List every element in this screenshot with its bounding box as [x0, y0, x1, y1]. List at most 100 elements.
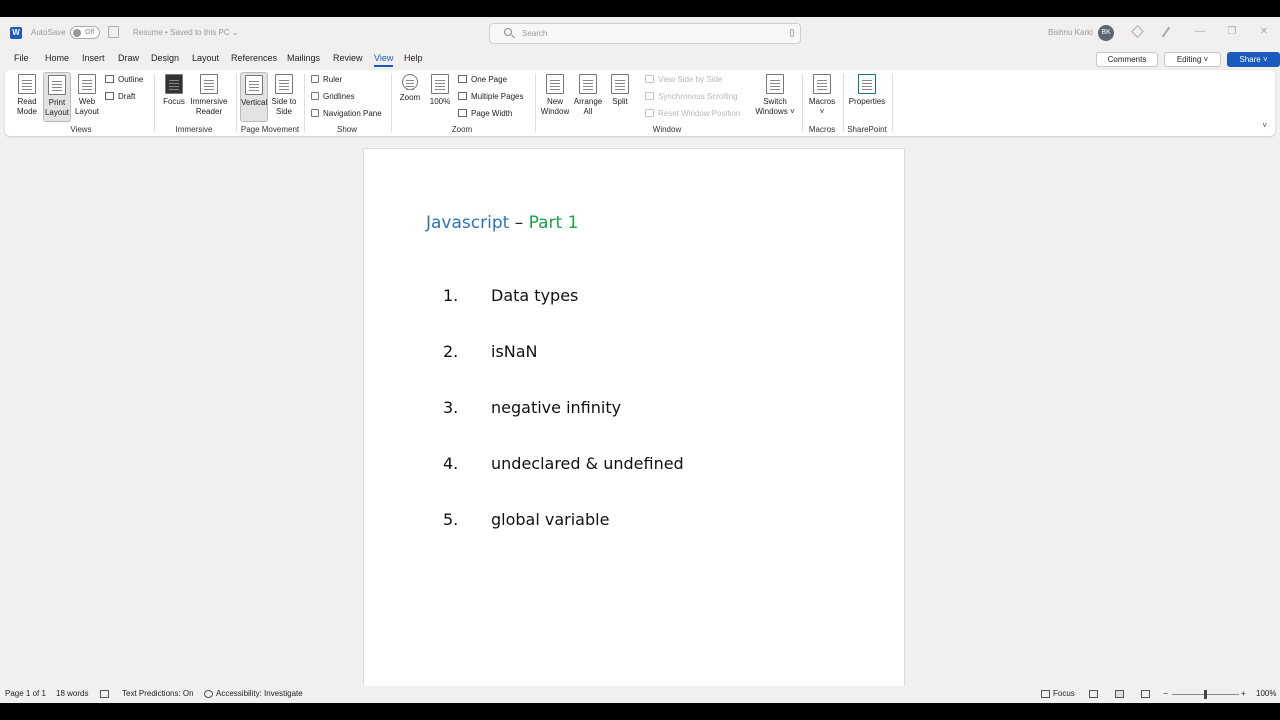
- heading-javascript: Javascript: [426, 213, 510, 233]
- window-group-label: Window: [652, 125, 682, 134]
- side-by-side-icon: [645, 75, 654, 83]
- autosave-toggle[interactable]: Off: [70, 26, 100, 39]
- page-width-button[interactable]: Page Width: [458, 109, 512, 118]
- tab-file[interactable]: File: [14, 53, 29, 63]
- premium-diamond-icon[interactable]: [1131, 25, 1144, 38]
- side-to-side-button[interactable]: Side to Side: [269, 74, 299, 117]
- separator: [535, 74, 536, 132]
- tab-insert[interactable]: Insert: [82, 53, 105, 63]
- autosave-label: AutoSave: [31, 28, 66, 37]
- multiple-pages-button[interactable]: Multiple Pages: [458, 92, 523, 101]
- navigation-pane-check-icon: [311, 109, 319, 117]
- draft-icon: [105, 92, 114, 100]
- ruler-label: Ruler: [323, 75, 343, 84]
- document-page[interactable]: Javascript – Part 1 1. Data types 2. isN…: [363, 148, 905, 703]
- pen-icon[interactable]: [1161, 26, 1171, 38]
- print-layout-label: Print Layout: [44, 98, 70, 117]
- status-bar: Page 1 of 1 18 words Text Predictions: O…: [0, 686, 1280, 703]
- close-button[interactable]: ✕: [1254, 23, 1274, 41]
- microphone-icon[interactable]: [790, 29, 794, 37]
- one-page-button[interactable]: One Page: [458, 75, 507, 84]
- proofing-book-icon[interactable]: [100, 690, 109, 698]
- tab-mailings[interactable]: Mailings: [287, 53, 320, 63]
- tab-view[interactable]: View: [374, 53, 394, 67]
- search-placeholder: Search: [522, 29, 548, 38]
- tab-draw[interactable]: Draw: [118, 53, 139, 63]
- vertical-pages-icon: [245, 75, 263, 95]
- document-title[interactable]: Resume • Saved to this PC ⌄: [133, 28, 239, 37]
- word-window: W AutoSave Off Resume • Saved to this PC…: [0, 17, 1280, 703]
- side-to-side-icon: [275, 74, 293, 94]
- print-layout-view-icon[interactable]: [1115, 690, 1124, 698]
- multiple-pages-icon: [458, 92, 467, 100]
- focus-button[interactable]: Focus: [160, 74, 188, 107]
- views-group-label: Views: [70, 125, 92, 134]
- search-input[interactable]: Search: [489, 23, 801, 44]
- immersive-reader-button[interactable]: Immersive Reader: [189, 74, 229, 117]
- web-layout-view-icon[interactable]: [1141, 690, 1150, 698]
- macros-button[interactable]: Macros ˅: [806, 74, 838, 117]
- comments-button[interactable]: Comments: [1096, 52, 1158, 67]
- reset-window-position-button[interactable]: Reset Window Position: [645, 109, 740, 118]
- reset-window-position-label: Reset Window Position: [658, 109, 741, 118]
- read-mode-button[interactable]: Read Mode: [12, 74, 42, 117]
- switch-windows-button[interactable]: Switch Windows ˅: [753, 74, 797, 117]
- save-icon[interactable]: [108, 26, 119, 38]
- macros-icon: [813, 74, 831, 94]
- tab-layout[interactable]: Layout: [192, 53, 219, 63]
- zoom-button[interactable]: Zoom: [396, 74, 424, 103]
- outline-label: Outline: [118, 75, 144, 84]
- gridlines-checkbox[interactable]: Gridlines: [311, 92, 355, 101]
- tab-help[interactable]: Help: [404, 53, 423, 63]
- switch-windows-icon: [766, 74, 784, 94]
- zoom-level[interactable]: 100%: [1256, 689, 1276, 698]
- synchronous-scrolling-button[interactable]: Synchronous Scrolling: [645, 92, 738, 101]
- collapse-ribbon-button[interactable]: ˅: [1262, 121, 1267, 130]
- outline-icon: [105, 75, 114, 83]
- focus-mode-icon: [1041, 690, 1050, 698]
- new-window-button[interactable]: New Window: [538, 74, 572, 117]
- avatar[interactable]: BK: [1098, 25, 1114, 41]
- focus-mode-button[interactable]: Focus: [1053, 689, 1075, 698]
- split-button[interactable]: Split: [606, 74, 634, 107]
- page-icon: [48, 75, 66, 95]
- ruler-checkbox[interactable]: Ruler: [311, 75, 342, 84]
- accessibility-status[interactable]: Accessibility: Investigate: [216, 689, 303, 698]
- page-count[interactable]: Page 1 of 1: [5, 689, 46, 698]
- side-to-side-label: Side to Side: [271, 97, 297, 116]
- navigation-pane-checkbox[interactable]: Navigation Pane: [311, 109, 382, 118]
- zoom-slider-thumb[interactable]: [1204, 690, 1207, 699]
- tab-home[interactable]: Home: [45, 53, 69, 63]
- zoom-out-button[interactable]: −: [1163, 689, 1168, 698]
- draft-button[interactable]: Draft: [105, 92, 135, 101]
- list-item-number: 3.: [443, 398, 459, 417]
- synchronous-scrolling-label: Synchronous Scrolling: [658, 92, 738, 101]
- tab-references[interactable]: References: [231, 53, 277, 63]
- web-layout-button[interactable]: Web Layout: [72, 74, 102, 117]
- text-predictions-status[interactable]: Text Predictions: On: [122, 689, 194, 698]
- share-button[interactable]: Share ˅: [1227, 52, 1280, 67]
- word-logo-icon: W: [10, 27, 22, 39]
- tab-design[interactable]: Design: [151, 53, 179, 63]
- outline-button[interactable]: Outline: [105, 75, 143, 84]
- split-icon: [611, 74, 629, 94]
- vertical-button[interactable]: Vertical: [240, 72, 268, 122]
- editing-mode-button[interactable]: Editing ˅: [1164, 52, 1221, 67]
- zoom-in-button[interactable]: +: [1241, 689, 1246, 698]
- arrange-all-button[interactable]: Arrange All: [572, 74, 604, 117]
- list-item-number: 5.: [443, 510, 459, 529]
- minimize-button[interactable]: —: [1190, 23, 1210, 41]
- zoom-100-label: 100%: [429, 97, 451, 106]
- word-count[interactable]: 18 words: [56, 689, 88, 698]
- print-layout-button[interactable]: Print Layout: [43, 72, 71, 122]
- view-side-by-side-button[interactable]: View Side by Side: [645, 75, 722, 84]
- separator: [892, 74, 893, 132]
- tab-review[interactable]: Review: [333, 53, 363, 63]
- properties-button[interactable]: Properties: [847, 74, 887, 107]
- list-item-text: negative infinity: [491, 398, 622, 417]
- maximize-button[interactable]: ❐: [1222, 23, 1242, 41]
- read-mode-view-icon[interactable]: [1089, 690, 1098, 698]
- zoom-label: Zoom: [399, 93, 421, 102]
- properties-icon: [858, 74, 876, 94]
- zoom-100-button[interactable]: 100%: [426, 74, 454, 107]
